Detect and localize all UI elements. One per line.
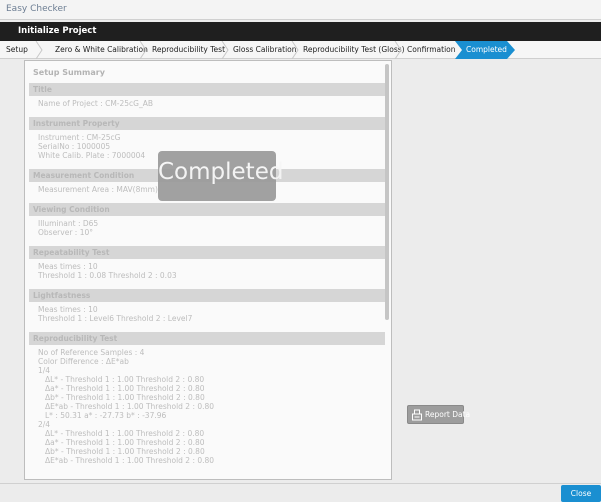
completed-text: Completed [158,159,284,185]
report-data-label: Report Data [425,410,471,419]
summary-line: ΔL* - Threshold 1 : 1.00 Threshold 2 : 0… [45,429,205,438]
summary-line: Meas times : 10 [38,305,98,314]
summary-line: Name of Project : CM-25cG_AB [38,99,153,108]
summary-line: Instrument : CM-25cG [38,133,121,142]
completed-overlay: Completed [158,151,284,201]
summary-line: Meas times : 10 [38,262,98,271]
summary-line: 1/4 [38,366,51,375]
section-heading: Title [29,83,385,96]
summary-line: ΔE*ab - Threshold 1 : 1.00 Threshold 2 :… [45,456,215,465]
step-confirmation[interactable]: Confirmation [407,41,456,59]
chevron-right-icon [35,41,43,59]
section-heading: Repeatability Test [29,246,385,259]
step-label: Reproducibility Test (Gloss) [303,45,405,54]
setup-summary-panel[interactable]: Setup Summary Title Name of Project : CM… [24,60,392,480]
step-zero-white-calibration[interactable]: Zero & White Calibration [55,41,148,59]
close-button[interactable]: Close [561,485,601,502]
summary-line: Δa* - Threshold 1 : 1.00 Threshold 2 : 0… [45,384,205,393]
section-heading: Instrument Property [29,117,385,130]
report-icon [412,409,422,421]
chevron-right-icon [394,41,402,59]
summary-line: ΔL* - Threshold 1 : 1.00 Threshold 2 : 0… [45,375,205,384]
chevron-right-icon [221,41,229,59]
close-button-label: Close [570,489,592,498]
step-setup[interactable]: Setup [6,41,28,59]
summary-line: Δb* - Threshold 1 : 1.00 Threshold 2 : 0… [45,393,205,402]
chevron-right-icon [291,41,299,59]
summary-line: L* : 50.31 a* : -27.73 b* : -37.96 [45,411,167,420]
summary-line: Illuminant : D65 [38,219,99,228]
step-label: Zero & White Calibration [55,45,148,54]
summary-line: Color Difference : ΔE*ab [38,357,129,366]
summary-line: No of Reference Samples : 4 [38,348,145,357]
step-label: Confirmation [407,45,456,54]
step-label: Completed [466,45,507,54]
header-title: Initialize Project [18,26,97,36]
summary-line: Δa* - Threshold 1 : 1.00 Threshold 2 : 0… [45,438,205,447]
summary-line: Threshold 1 : 0.08 Threshold 2 : 0.03 [38,271,177,280]
wizard-steps: Setup Zero & White Calibration Reproduci… [0,41,601,59]
step-completed[interactable]: Completed [466,41,507,59]
summary-scrollbar[interactable] [384,64,390,476]
scrollbar-thumb[interactable] [385,64,389,320]
step-reproducibility-test[interactable]: Reproducibility Test [152,41,225,59]
section-heading: Reproducibility Test [29,332,385,345]
window-titlebar: Easy Checker [0,0,601,20]
chevron-right-icon [139,41,147,59]
step-label: Setup [6,45,28,54]
footer-divider [0,483,601,484]
summary-line: ΔE*ab - Threshold 1 : 1.00 Threshold 2 :… [45,402,215,411]
step-gloss-calibration[interactable]: Gloss Calibration [233,41,297,59]
window-title: Easy Checker [6,4,67,14]
step-reproducibility-test-gloss[interactable]: Reproducibility Test (Gloss) [303,41,405,59]
summary-line: 2/4 [38,420,51,429]
summary-line: SerialNo : 1000005 [38,142,111,151]
section-heading: Lightfastness [29,289,385,302]
summary-line: Observer : 10° [38,228,93,237]
summary-title: Setup Summary [33,68,105,77]
summary-content: Setup Summary Title Name of Project : CM… [29,65,385,477]
summary-line: Δb* - Threshold 1 : 1.00 Threshold 2 : 0… [45,447,205,456]
step-label: Gloss Calibration [233,45,297,54]
step-label: Reproducibility Test [152,45,226,54]
header-bar: Initialize Project [0,22,601,41]
report-data-button[interactable]: Report Data [407,405,470,424]
summary-line: Threshold 1 : Level6 Threshold 2 : Level… [38,314,193,323]
section-heading: Viewing Condition [29,203,385,216]
